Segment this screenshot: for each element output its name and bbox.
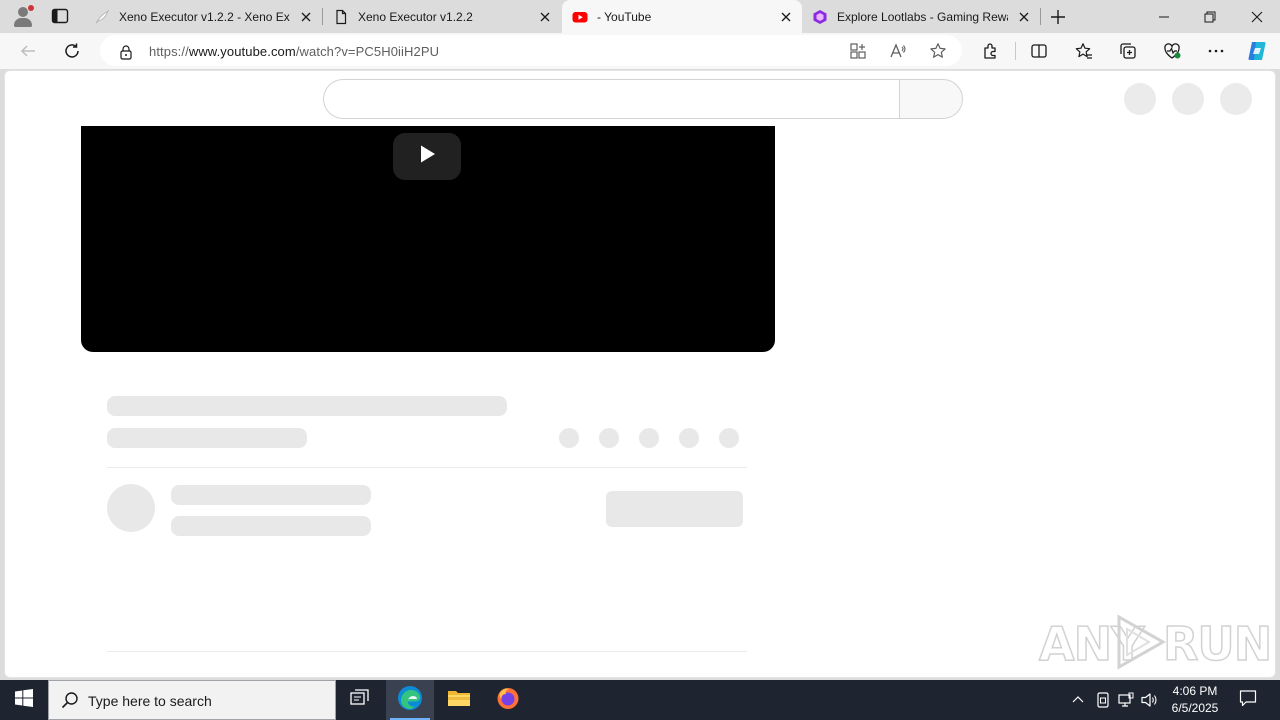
read-aloud-icon[interactable] (888, 41, 908, 61)
video-player[interactable] (81, 126, 775, 352)
channel-name-placeholder (171, 485, 371, 505)
extensions-icon[interactable] (981, 41, 1001, 61)
action-placeholder (599, 428, 619, 448)
favorites-icon[interactable] (1074, 41, 1094, 61)
channel-info-placeholder (171, 516, 371, 536)
youtube-search-button[interactable] (899, 79, 963, 119)
header-placeholder-circle (1124, 83, 1156, 115)
lock-icon[interactable] (116, 42, 136, 62)
refresh-icon[interactable] (62, 41, 82, 61)
play-button[interactable] (393, 133, 461, 180)
header-placeholder-circle (1172, 83, 1204, 115)
split-screen-icon[interactable] (1029, 41, 1049, 61)
collections-icon[interactable] (1118, 41, 1138, 61)
folder-icon (447, 688, 471, 713)
action-placeholder (639, 428, 659, 448)
copilot-icon[interactable] (1246, 39, 1270, 63)
device-icon[interactable] (1093, 690, 1113, 710)
channel-avatar-placeholder (107, 484, 155, 532)
show-hidden-icons-icon[interactable] (1068, 690, 1088, 710)
network-icon[interactable] (1116, 690, 1136, 710)
close-tab-icon[interactable] (537, 9, 553, 25)
edge-icon (397, 685, 423, 716)
subtitle-placeholder (107, 428, 307, 448)
document-icon (333, 9, 349, 25)
browser-essentials-icon[interactable] (1162, 41, 1182, 61)
task-view-icon (350, 688, 370, 712)
task-view-button[interactable] (336, 680, 384, 720)
taskbar-firefox[interactable] (484, 680, 532, 720)
firefox-icon (496, 686, 520, 715)
new-tab-icon[interactable] (1048, 7, 1068, 27)
back-icon[interactable] (18, 41, 38, 61)
tab-strip: Xeno Executor v1.2.2 - Xeno Executor Xen… (0, 0, 1280, 33)
tab-xeno-executor-2[interactable]: Xeno Executor v1.2.2 (323, 0, 561, 33)
clock-date: 6/5/2025 (1171, 701, 1219, 715)
taskbar-clock[interactable]: 4:06 PM 6/5/2025 (1165, 683, 1225, 717)
profile-icon[interactable] (12, 5, 34, 27)
start-button[interactable] (0, 680, 48, 720)
title-placeholder (107, 396, 507, 416)
more-options-icon[interactable] (1206, 41, 1226, 61)
tab-title: Xeno Executor v1.2.2 - Xeno Executor (119, 9, 290, 24)
search-icon (61, 691, 81, 711)
close-window-button[interactable] (1234, 0, 1280, 33)
browser-toolbar: https://www.youtube.com/watch?v=PC5H0iiH… (0, 33, 1280, 69)
url-text: https://www.youtube.com/watch?v=PC5H0iiH… (149, 44, 440, 59)
toolbar-separator (1015, 42, 1016, 60)
app-available-icon[interactable] (848, 41, 868, 61)
minimize-button[interactable] (1141, 0, 1187, 33)
tab-title: Xeno Executor v1.2.2 (358, 9, 473, 24)
windows-taskbar: Type here to search 4:06 PM 6/5/2025 (0, 680, 1280, 720)
close-tab-icon[interactable] (298, 9, 314, 25)
tab-separator (1040, 8, 1041, 25)
address-bar[interactable]: https://www.youtube.com/watch?v=PC5H0iiH… (100, 35, 962, 66)
taskbar-file-explorer[interactable] (435, 680, 483, 720)
header-placeholder-circle (1220, 83, 1252, 115)
divider (107, 651, 747, 652)
clock-time: 4:06 PM (1172, 684, 1218, 698)
favorite-star-icon[interactable] (928, 41, 948, 61)
divider (107, 467, 747, 468)
tab-actions-icon[interactable] (50, 7, 70, 25)
notification-center-button[interactable] (1228, 680, 1268, 720)
feather-icon (94, 9, 110, 25)
tab-youtube[interactable]: - YouTube (562, 0, 802, 33)
taskbar-search-placeholder: Type here to search (88, 693, 212, 709)
tab-title: Explore Lootlabs - Gaming Rewards (837, 9, 1008, 24)
tab-xeno-executor-1[interactable]: Xeno Executor v1.2.2 - Xeno Executor (84, 0, 322, 33)
close-tab-icon[interactable] (1016, 9, 1032, 25)
lootlabs-icon (812, 9, 828, 25)
web-viewport: ANY RUN (4, 70, 1276, 678)
windows-logo-icon (15, 688, 33, 712)
action-placeholder (719, 428, 739, 448)
tab-lootlabs[interactable]: Explore Lootlabs - Gaming Rewards (802, 0, 1040, 33)
action-placeholder (559, 428, 579, 448)
restore-button[interactable] (1187, 0, 1233, 33)
youtube-search-input[interactable] (323, 79, 900, 119)
taskbar-search-box[interactable]: Type here to search (48, 680, 336, 720)
close-tab-icon[interactable] (778, 9, 794, 25)
subscribe-placeholder (606, 491, 743, 527)
action-placeholder (679, 428, 699, 448)
youtube-icon (572, 9, 588, 25)
notification-icon (1239, 689, 1257, 712)
volume-icon[interactable] (1140, 690, 1160, 710)
anyrun-watermark: ANY RUN (1038, 614, 1273, 672)
taskbar-edge[interactable] (386, 680, 434, 720)
play-icon (417, 144, 437, 169)
tab-title: - YouTube (597, 9, 652, 24)
